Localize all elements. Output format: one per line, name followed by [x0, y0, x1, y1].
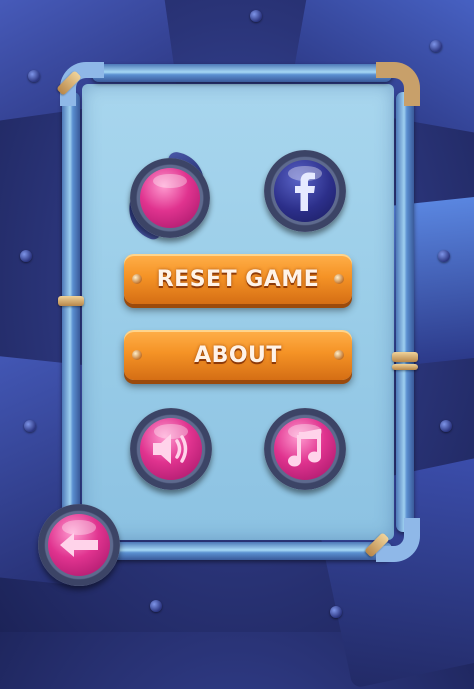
- pipe-band: [392, 364, 418, 370]
- about-button[interactable]: ABOUT: [124, 330, 352, 380]
- pipe-frame-bottom: [112, 542, 392, 560]
- pipe-band: [58, 296, 84, 306]
- rocket-button[interactable]: [130, 158, 210, 238]
- pipe-frame-top: [92, 64, 392, 82]
- facebook-button[interactable]: [264, 150, 346, 232]
- rivet: [250, 10, 262, 22]
- rivet: [330, 606, 342, 618]
- rivet: [20, 250, 32, 262]
- facebook-icon: [294, 172, 315, 211]
- reset-game-button[interactable]: RESET GAME: [124, 254, 352, 304]
- pipe-frame-left: [62, 92, 80, 532]
- rivet: [430, 40, 442, 52]
- music-note-icon: [287, 428, 321, 467]
- rivet: [440, 420, 452, 432]
- rocket-icon: [139, 167, 201, 229]
- rivet: [150, 600, 162, 612]
- rivet: [28, 70, 40, 82]
- reset-game-label: RESET GAME: [156, 266, 320, 292]
- rivet: [24, 420, 36, 432]
- rivet: [438, 250, 450, 262]
- back-arrow-icon: [59, 532, 98, 557]
- pipe-band: [392, 352, 418, 362]
- settings-panel: [82, 84, 394, 540]
- music-toggle-button[interactable]: [264, 408, 346, 490]
- speaker-icon: [152, 433, 188, 464]
- about-label: ABOUT: [194, 342, 282, 368]
- back-button[interactable]: [38, 504, 120, 586]
- sound-toggle-button[interactable]: [130, 408, 212, 490]
- pipe-frame-right: [396, 92, 414, 532]
